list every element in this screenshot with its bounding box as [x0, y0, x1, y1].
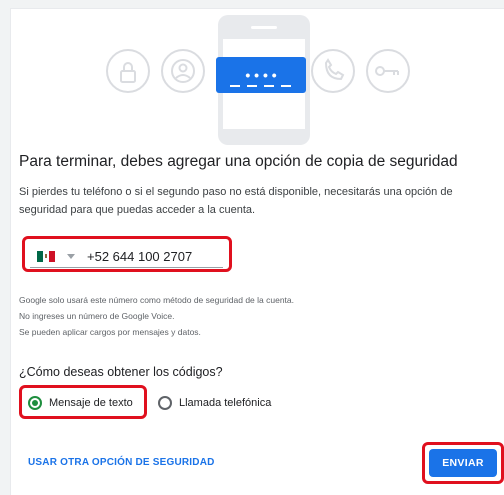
note-line: Se pueden aplicar cargos por mensajes y … — [19, 327, 201, 337]
note-line: No ingreses un número de Google Voice. — [19, 311, 175, 321]
phone-input[interactable] — [87, 245, 217, 267]
hero-illustration: • • • • — [106, 15, 410, 145]
send-button[interactable]: ENVIAR — [429, 449, 497, 477]
phone-field — [30, 240, 223, 268]
code-dots: • • • • — [245, 67, 276, 83]
codes-question: ¿Cómo deseas obtener los códigos? — [19, 365, 223, 379]
lock-icon — [106, 49, 150, 93]
code-card-icon: • • • • — [216, 57, 306, 93]
radio-option-call[interactable]: Llamada telefónica — [158, 393, 271, 413]
note-line: Google solo usará este número como métod… — [19, 295, 295, 305]
description-text: Si pierdes tu teléfono o si el segundo p… — [19, 186, 453, 216]
other-option-link[interactable]: USAR OTRA OPCIÓN DE SEGURIDAD — [28, 457, 215, 468]
phone-notes: Google solo usará este número como métod… — [19, 292, 419, 340]
chevron-down-icon[interactable] — [67, 254, 75, 259]
mexico-flag-icon[interactable] — [37, 251, 55, 262]
radio-label-sms: Mensaje de texto — [49, 397, 133, 409]
radio-option-sms[interactable]: Mensaje de texto — [28, 393, 133, 413]
radio-unchecked-icon[interactable] — [158, 396, 172, 410]
radio-checked-icon[interactable] — [28, 396, 42, 410]
key-icon — [366, 49, 410, 93]
page-title: Para terminar, debes agregar una opción … — [19, 153, 458, 170]
radio-label-call: Llamada telefónica — [179, 397, 272, 409]
account-icon — [161, 49, 205, 93]
call-icon — [311, 49, 355, 93]
